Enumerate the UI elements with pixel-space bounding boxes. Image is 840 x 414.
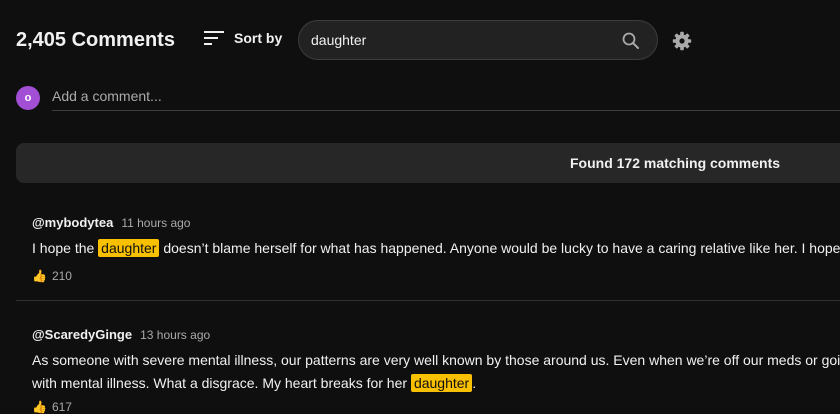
comment-text-segment: doesn’t blame herself for what has happe… xyxy=(159,240,840,256)
comment-text-segment: I hope the xyxy=(32,240,99,256)
comment-author-name[interactable]: @ScaredyGinge xyxy=(32,327,132,342)
comment-text-line: I hope the daughter doesn’t blame hersel… xyxy=(32,237,840,260)
sort-icon xyxy=(204,31,224,45)
comment-timestamp[interactable]: 13 hours ago xyxy=(140,328,210,342)
sort-by-button[interactable]: Sort by xyxy=(203,28,282,48)
comment-item: @ScaredyGinge 13 hours ago As someone wit… xyxy=(16,312,840,414)
comment-author-name[interactable]: @mybodytea xyxy=(32,215,113,230)
results-banner-text: Found 172 matching comments xyxy=(570,155,781,171)
comments-header: 2,405 Comments Sort by xyxy=(0,0,840,80)
comment-text: As someone with severe mental illness, o… xyxy=(32,349,840,395)
comment-search-box xyxy=(298,20,658,60)
search-icon[interactable] xyxy=(621,31,641,51)
gear-icon[interactable] xyxy=(672,31,692,51)
sort-by-label: Sort by xyxy=(234,30,283,46)
avatar[interactable]: o xyxy=(16,86,40,110)
comment-text-segment: As someone with severe mental illness, o… xyxy=(32,352,840,368)
add-comment-field[interactable]: Add a comment... xyxy=(52,86,840,111)
search-highlight: daughter xyxy=(98,239,160,257)
comment-count: 2,405 Comments xyxy=(16,29,175,51)
comment-text-line: As someone with severe mental illness, o… xyxy=(32,349,840,372)
comment-timestamp[interactable]: 11 hours ago xyxy=(121,216,190,230)
comment-author[interactable]: @ScaredyGinge 13 hours ago xyxy=(32,327,210,342)
comment-item: @mybodytea 11 hours ago I hope the daught… xyxy=(16,200,840,301)
comment-author[interactable]: @mybodytea 11 hours ago xyxy=(32,215,190,230)
search-input[interactable] xyxy=(311,21,601,59)
thumbs-up-icon[interactable]: 👍 xyxy=(32,269,47,283)
like-row: 👍 210 xyxy=(32,269,72,283)
add-comment-row: o Add a comment... xyxy=(16,86,840,112)
search-highlight: daughter xyxy=(410,374,473,392)
comment-text: I hope the daughter doesn’t blame hersel… xyxy=(32,237,840,260)
comment-text-segment: . xyxy=(472,375,477,391)
comment-text-line: with mental illness. What a disgrace. My… xyxy=(32,372,840,395)
like-count: 210 xyxy=(51,269,72,283)
results-banner: Found 172 matching comments xyxy=(16,143,840,183)
comment-text-segment: with mental illness. What a disgrace. My… xyxy=(32,375,411,391)
